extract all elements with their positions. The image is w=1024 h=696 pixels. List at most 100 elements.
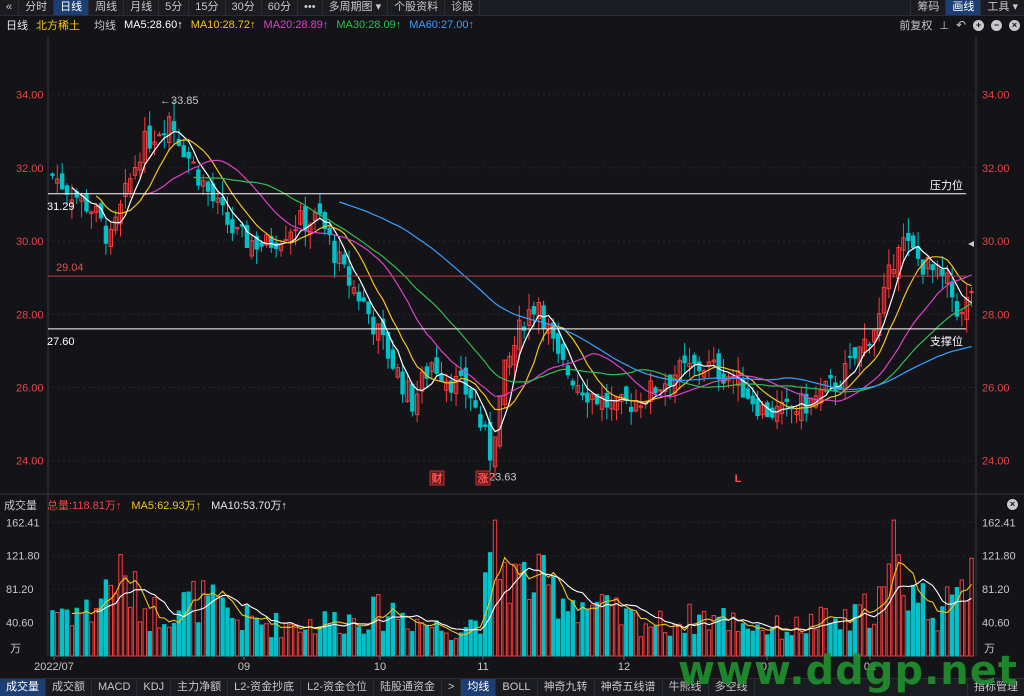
candle-body <box>940 268 945 277</box>
event-badge: L <box>735 473 742 485</box>
volume-bar <box>478 633 483 657</box>
volume-bar <box>444 632 449 657</box>
volume-tick-left: 162.41 <box>6 517 40 529</box>
volume-bar <box>147 631 152 657</box>
volume-bar <box>322 611 327 657</box>
volume-tick-right: 121.80 <box>982 551 1016 563</box>
candle-body <box>740 379 746 398</box>
candle-body <box>580 392 585 396</box>
indicator-tab-6[interactable]: L2-资金仓位 <box>301 679 374 696</box>
price-pointer-icon <box>968 241 974 247</box>
indicator-tab-5[interactable]: L2-资金抄底 <box>228 679 302 696</box>
volume-bar <box>157 627 162 657</box>
indicator-tab-10[interactable]: BOLL <box>496 679 538 696</box>
volume-bar <box>590 604 595 657</box>
volume-bar <box>118 554 123 657</box>
volume-bar <box>303 629 308 657</box>
volume-bar <box>526 598 532 657</box>
indicator-tab-9[interactable]: 均线 <box>461 679 497 696</box>
volume-bar <box>434 620 439 657</box>
volume-bar <box>186 591 191 657</box>
ma-line-ma60 <box>339 201 972 390</box>
indicator-tab-11[interactable]: 神奇九转 <box>538 679 595 696</box>
volume-bar <box>93 608 99 657</box>
indicator-tab-4[interactable]: 主力净额 <box>171 679 229 696</box>
volume-bar <box>79 612 84 657</box>
date-label: 12 <box>618 661 630 673</box>
candle-body <box>483 424 488 427</box>
price-tick-left: 34.00 <box>16 90 44 102</box>
volume-bar <box>327 624 332 657</box>
volume-bar <box>395 618 400 657</box>
candle-body <box>847 355 853 358</box>
volume-bar <box>911 585 916 657</box>
volume-bar <box>619 624 624 657</box>
volume-bar <box>317 626 323 657</box>
candle-body <box>765 402 770 418</box>
volume-bar <box>439 630 444 657</box>
candle-body <box>84 194 89 212</box>
candle-body <box>230 219 235 234</box>
close-volume-icon[interactable]: × <box>1007 499 1018 510</box>
volume-bar <box>969 557 974 657</box>
event-badge: 财 <box>431 471 443 485</box>
price-tick-right: 28.00 <box>982 309 1010 321</box>
volume-bar <box>551 575 556 657</box>
volume-bar <box>555 618 561 657</box>
indicator-tab-7[interactable]: 陆股通资金 <box>374 679 442 696</box>
volume-bar <box>273 612 279 657</box>
indicator-tab-0[interactable]: 成交量 <box>0 679 46 696</box>
volume-bar <box>614 597 619 657</box>
volume-bar <box>891 519 896 657</box>
volume-bar <box>162 624 167 657</box>
candle-body <box>653 387 658 394</box>
volume-bar <box>521 561 527 657</box>
price-tick-right: 24.00 <box>982 456 1010 468</box>
candle-body <box>361 297 366 302</box>
resistance-label: 压力位 <box>930 178 963 192</box>
candle-body <box>366 301 371 315</box>
volume-bar <box>128 606 133 657</box>
volume-header: 成交量 总量:118.81万↑ MA5:62.93万↑ MA10:53.70万↑ <box>0 496 1024 514</box>
mid-value: 29.04 <box>56 262 84 274</box>
high-marker: ←33.85 <box>160 95 199 107</box>
candle-body <box>259 242 264 247</box>
volume-bar <box>346 614 352 657</box>
volume-bar <box>643 623 648 657</box>
volume-bar <box>298 631 303 657</box>
volume-bar <box>458 632 464 657</box>
indicator-tab-3[interactable]: KDJ <box>137 679 172 696</box>
volume-bar <box>385 616 391 657</box>
candle-body <box>692 354 697 364</box>
candle-body <box>181 145 186 158</box>
indicator-tab-2[interactable]: MACD <box>92 679 138 696</box>
kline-chart[interactable]: 31.29压力位29.0427.60 支撑位←33.85←23.63财涨 L 24.… <box>0 0 1024 695</box>
volume-bar <box>225 607 230 657</box>
resistance-value: 31.29 <box>47 201 75 213</box>
candle-body <box>930 264 935 271</box>
date-label: 10 <box>374 661 386 673</box>
candle-body <box>565 365 571 376</box>
support-value: 27.60 <box>47 336 75 348</box>
indicator-tab-12[interactable]: 神奇五线谱 <box>595 679 663 696</box>
candle-body <box>400 371 405 395</box>
volume-bar <box>50 610 55 657</box>
volume-bar <box>560 598 566 657</box>
volume-bar <box>512 563 517 657</box>
candle-body <box>103 225 109 244</box>
ma-line-ma20 <box>144 159 972 402</box>
candle-body <box>273 242 279 250</box>
volume-bar <box>371 596 376 657</box>
volume-bar <box>259 624 264 657</box>
candle-body <box>186 151 191 159</box>
volume-bar <box>531 592 537 657</box>
volume-tick-right: 40.60 <box>982 618 1010 630</box>
volume-bar <box>142 608 148 657</box>
volume-bar <box>103 579 109 657</box>
price-tick-left: 26.00 <box>16 382 44 394</box>
volume-bar <box>945 586 950 657</box>
indicator-tab-8[interactable]: > <box>442 679 462 696</box>
candle-body <box>745 388 751 399</box>
candle-body <box>303 205 308 232</box>
indicator-tab-1[interactable]: 成交额 <box>46 679 92 696</box>
